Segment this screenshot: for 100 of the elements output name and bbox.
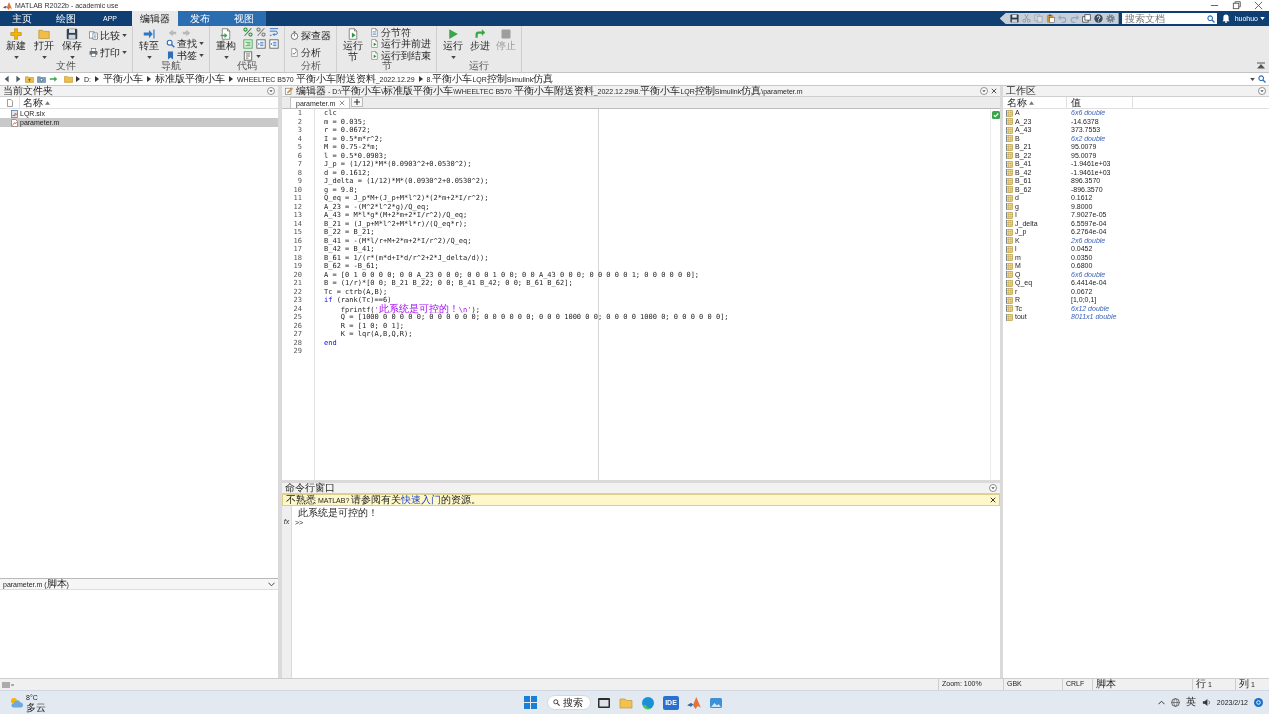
- document-list-icon[interactable]: [243, 51, 253, 61]
- collapse-ribbon-icon[interactable]: [1257, 62, 1265, 69]
- save-button[interactable]: 保存: [59, 27, 85, 61]
- plus-icon: [10, 28, 22, 40]
- go-to-button[interactable]: 转至: [136, 27, 162, 61]
- panel-menu-icon[interactable]: [1258, 87, 1266, 95]
- weather-condition: 多云: [26, 701, 46, 713]
- search-icon: [553, 699, 560, 706]
- refactor-button[interactable]: 重构: [213, 27, 239, 61]
- step-button[interactable]: 步进: [468, 27, 492, 61]
- back-arrow-icon[interactable]: [3, 75, 11, 83]
- bookmark-button[interactable]: 书签: [164, 49, 206, 61]
- stacked-windows-icon[interactable]: [1081, 14, 1091, 23]
- panel-menu-icon[interactable]: [980, 87, 988, 95]
- settings-icon[interactable]: [1105, 14, 1115, 23]
- documents-icon: [89, 31, 98, 40]
- chevron-right-icon: [95, 76, 99, 82]
- page-icon: [6, 98, 13, 107]
- group-label: 节: [380, 61, 392, 71]
- run-section-button[interactable]: 运行节: [340, 27, 366, 61]
- caret-down-icon: [147, 55, 152, 59]
- document-lines-icon: [370, 28, 379, 38]
- folder-icon: [64, 75, 73, 83]
- caret-down-icon: [199, 53, 204, 57]
- group-label: 导航: [160, 61, 181, 71]
- path-segment[interactable]: 标准版平衡小车: [154, 73, 226, 85]
- ribbon-tab[interactable]: 发布: [178, 11, 222, 26]
- cloud-sun-icon[interactable]: [9, 697, 23, 708]
- taskbar-search[interactable]: 搜索: [547, 695, 591, 710]
- column-header[interactable]: 名称: [20, 97, 50, 108]
- new-tab-button[interactable]: [351, 97, 364, 107]
- caret-down-icon: [70, 55, 75, 59]
- folder-arrow-icon[interactable]: [25, 75, 34, 83]
- stop-icon: [500, 28, 512, 40]
- ribbon-tab[interactable]: 编辑器: [132, 11, 178, 26]
- panel-menu-icon[interactable]: [989, 484, 997, 492]
- globe-icon[interactable]: [1170, 698, 1180, 707]
- window-app-icon[interactable]: [597, 695, 611, 710]
- group-label: 分析: [299, 61, 322, 71]
- ribbon-tab[interactable]: 视图: [222, 11, 266, 26]
- browser-icon[interactable]: [641, 695, 655, 710]
- input-method-indicator[interactable]: 英: [1185, 696, 1196, 709]
- speaker-icon[interactable]: [1201, 698, 1211, 707]
- column-header[interactable]: 名称: [1003, 97, 1067, 108]
- restore-icon[interactable]: [1232, 1, 1241, 10]
- windows-start-icon[interactable]: [524, 696, 537, 709]
- analyze-button[interactable]: 分析: [288, 47, 333, 58]
- folder-search-icon[interactable]: [37, 75, 46, 83]
- search-field[interactable]: 搜索文档: [1121, 13, 1217, 24]
- open-button[interactable]: 打开: [31, 27, 57, 61]
- find-button[interactable]: 查找: [164, 38, 206, 50]
- bars-icon: [2, 681, 16, 688]
- ribbon-tab[interactable]: 绘图: [44, 11, 88, 26]
- link[interactable]: 快速入门: [401, 496, 442, 504]
- group-label: 代码: [236, 61, 258, 71]
- printer-icon: [89, 48, 98, 57]
- sort-ascending-icon: [45, 100, 50, 105]
- chevron-down-icon[interactable]: [268, 581, 275, 587]
- right-arrow-icon[interactable]: [49, 75, 58, 83]
- search-icon[interactable]: [1258, 75, 1266, 83]
- indent-icon[interactable]: [256, 39, 266, 49]
- ribbon-tab[interactable]: 主页: [0, 11, 44, 26]
- chevron-up-icon[interactable]: [1157, 700, 1165, 705]
- run-and-advance-button[interactable]: 运行并前进: [368, 38, 433, 50]
- document-play-icon: [347, 28, 359, 40]
- bell-icon[interactable]: [1221, 14, 1230, 23]
- path-segment[interactable]: 平衡小车: [102, 73, 144, 85]
- clipboard-icon[interactable]: [1045, 14, 1055, 23]
- help-icon[interactable]: [1093, 14, 1103, 23]
- column-header[interactable]: 值: [1067, 97, 1133, 108]
- picture-app-icon[interactable]: [709, 695, 723, 710]
- compare-button[interactable]: 比较: [87, 30, 129, 41]
- print-button[interactable]: 打印: [87, 47, 129, 58]
- new-button[interactable]: 新建: [3, 27, 29, 61]
- indent-icon[interactable]: [243, 39, 253, 49]
- close-icon[interactable]: [990, 497, 996, 503]
- section-break-button[interactable]: 分节符: [368, 27, 433, 39]
- chevron-right-icon: [147, 76, 151, 82]
- percent-icon[interactable]: [243, 27, 253, 37]
- matlab-logo-icon[interactable]: [687, 696, 701, 709]
- close-icon[interactable]: [1254, 1, 1263, 10]
- panel-title: 命令行窗口: [285, 482, 335, 494]
- sort-ascending-icon: [1029, 100, 1034, 105]
- arrow-icon: [143, 28, 155, 40]
- forward-arrow-icon[interactable]: [14, 75, 22, 83]
- ring-icon[interactable]: [1254, 698, 1263, 707]
- run-to-end-button[interactable]: 运行到结束: [368, 49, 433, 61]
- caret-down-icon: [14, 55, 19, 59]
- outdent-icon[interactable]: [269, 39, 279, 49]
- wrap-lines-icon[interactable]: [269, 27, 279, 37]
- curved-arrow-icon: [474, 28, 486, 40]
- percent-icon[interactable]: [256, 27, 266, 37]
- panel-menu-icon[interactable]: [267, 87, 275, 95]
- document-play-icon: [370, 39, 379, 49]
- profiler-button[interactable]: 探查器: [288, 30, 333, 41]
- command-output: 此系统是可控的！: [297, 507, 379, 519]
- close-icon[interactable]: [991, 88, 997, 94]
- run-button[interactable]: 运行: [440, 27, 466, 61]
- caret-down-icon[interactable]: [1250, 77, 1255, 81]
- caret-down-icon: [256, 54, 261, 58]
